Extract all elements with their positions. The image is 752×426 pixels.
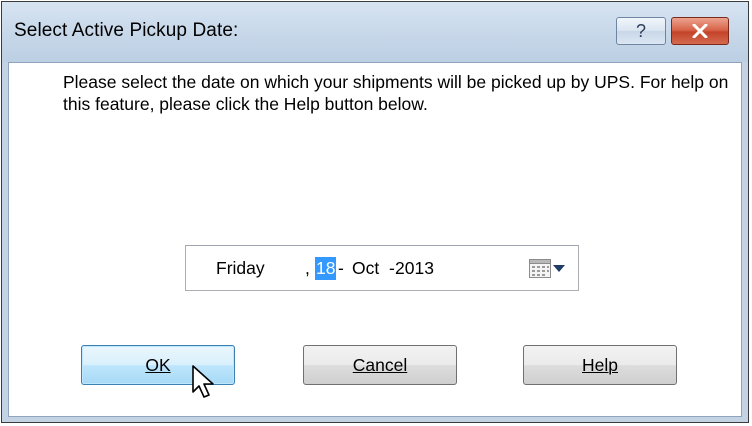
date-day-name[interactable]: Friday (216, 258, 265, 279)
close-button[interactable] (671, 17, 729, 45)
chevron-down-icon[interactable] (552, 261, 566, 275)
date-month-field[interactable]: Oct (352, 258, 379, 279)
dialog-title: Select Active Pickup Date: (14, 20, 239, 41)
date-separator: - (338, 258, 344, 278)
cancel-button[interactable]: Cancel (303, 345, 457, 385)
date-year-field[interactable]: 2013 (395, 258, 434, 279)
title-help-button[interactable]: ? (616, 17, 666, 45)
ok-button[interactable]: OK (81, 345, 235, 385)
date-day-field[interactable]: 18 (315, 257, 337, 280)
help-button-label: Help (582, 354, 618, 375)
dialog-body: Please select the date on which your shi… (8, 62, 742, 417)
help-button[interactable]: Help (523, 345, 677, 385)
pickup-date-picker[interactable]: Friday , 18 - Oct - 2013 (185, 245, 579, 291)
pickup-date-dialog: Select Active Pickup Date: ? Please sele… (1, 1, 749, 423)
close-icon (692, 24, 708, 38)
instruction-text: Please select the date on which your shi… (63, 72, 729, 114)
date-separator: - (389, 258, 395, 278)
cancel-button-label: Cancel (352, 354, 408, 375)
calendar-icon[interactable] (529, 259, 551, 278)
date-separator: , (305, 258, 310, 278)
title-bar[interactable]: Select Active Pickup Date: ? (2, 2, 748, 62)
ok-button-label: OK (145, 354, 171, 375)
question-mark-icon: ? (635, 20, 646, 41)
